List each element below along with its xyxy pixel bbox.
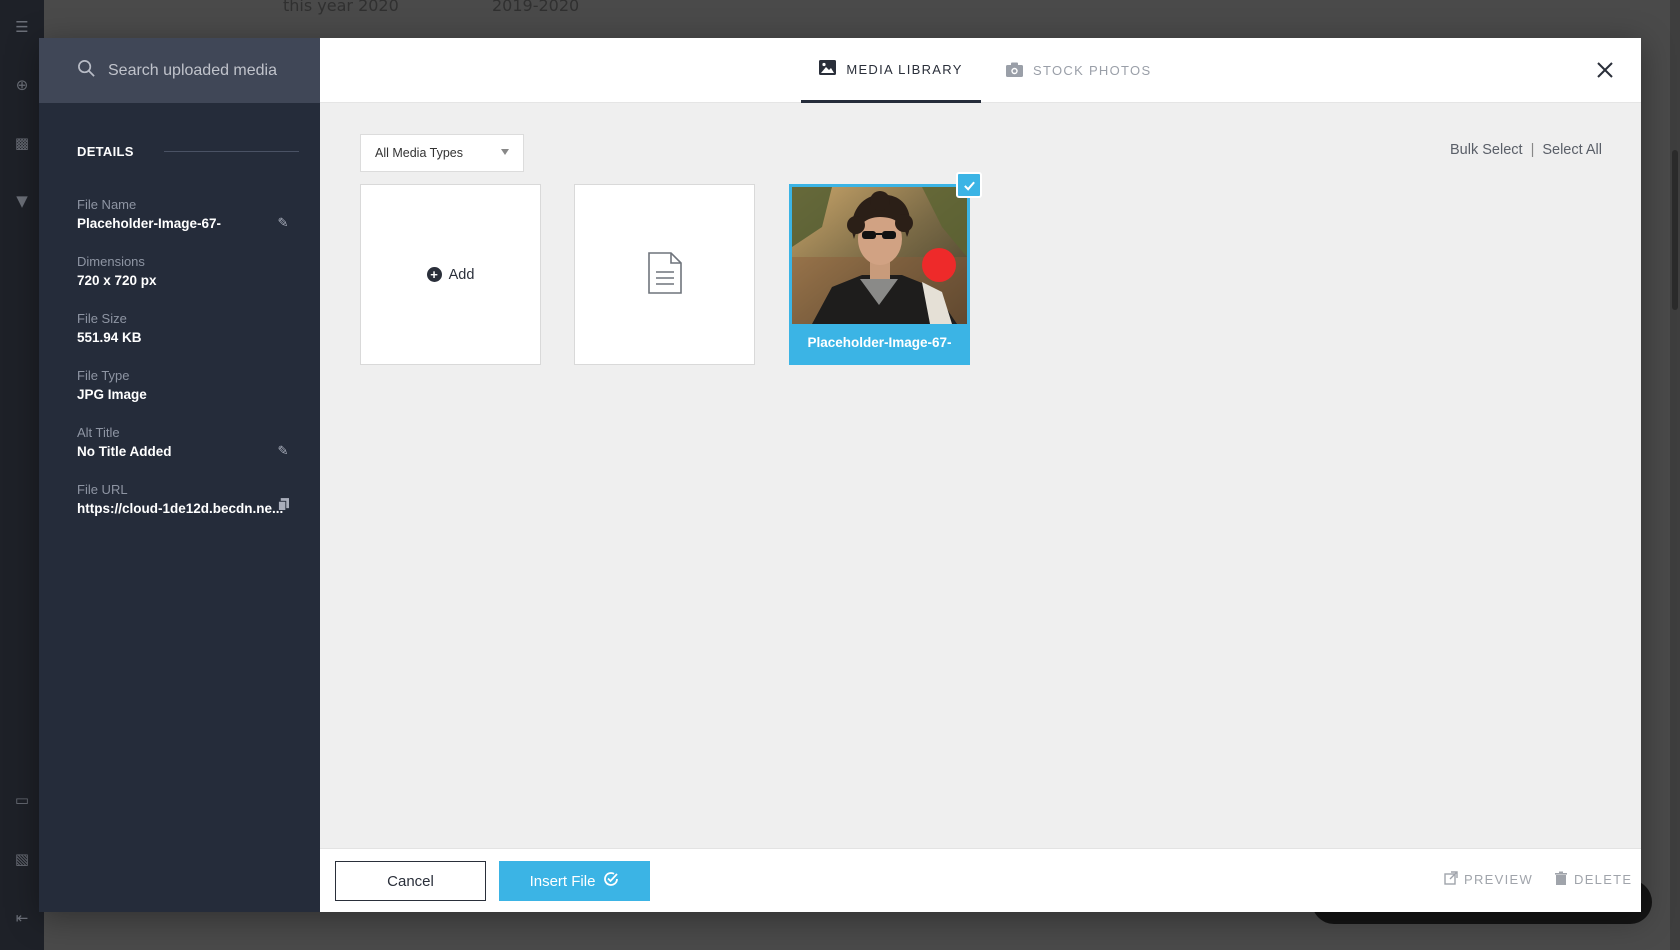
modal-footer: Cancel Insert File PREVIEW DELETE [320, 848, 1641, 912]
check-circle-icon [595, 871, 619, 891]
background-scrollbar[interactable] [1670, 0, 1680, 950]
checkmark-icon[interactable] [956, 172, 982, 198]
divider [163, 151, 299, 152]
add-circle-icon[interactable]: ⊕ [12, 75, 32, 95]
pencil-icon[interactable]: ✎ [275, 443, 291, 459]
background-text: this year 2020 [283, 0, 399, 15]
hamburger-menu-icon[interactable]: ☰ [12, 17, 32, 37]
search-bar [39, 38, 320, 103]
tab-bar: MEDIA LIBRARY STOCK PHOTOS [320, 38, 1641, 103]
tile-caption: Placeholder-Image-67- [807, 335, 952, 350]
desktop-icon[interactable]: ▭ [12, 790, 32, 810]
field-dimensions: Dimensions 720 x 720 px [77, 254, 299, 288]
preview-label: PREVIEW [1464, 872, 1534, 887]
external-link-icon [1444, 871, 1464, 888]
delete-action[interactable]: DELETE [1554, 871, 1632, 888]
tab-stock-photos[interactable]: STOCK PHOTOS [1006, 38, 1151, 103]
media-main: MEDIA LIBRARY STOCK PHOTOS All Media Typ… [320, 38, 1641, 912]
field-label: File Type [77, 368, 130, 383]
search-icon [77, 59, 96, 82]
cancel-button[interactable]: Cancel [335, 861, 486, 901]
document-icon [647, 251, 683, 298]
select-all-link[interactable]: Select All [1542, 142, 1602, 158]
field-label: Dimensions [77, 254, 145, 269]
tab-media-library[interactable]: MEDIA LIBRARY [801, 38, 981, 103]
layers-icon[interactable]: ▩ [12, 133, 32, 153]
note-icon[interactable]: ▧ [12, 849, 32, 869]
exit-icon[interactable]: ⇤ [12, 908, 32, 928]
field-value: No Title Added [77, 444, 172, 459]
separator: | [1530, 142, 1535, 158]
field-file-size: File Size 551.94 KB [77, 311, 299, 345]
field-value: 551.94 KB [77, 330, 142, 345]
field-value: Placeholder-Image-67- [77, 216, 222, 231]
field-file-name: File Name Placeholder-Image-67- ✎ [77, 197, 299, 231]
copy-icon[interactable] [275, 498, 291, 514]
field-label: Alt Title [77, 425, 120, 440]
details-panel: DETAILS File Name Placeholder-Image-67- … [39, 38, 320, 912]
media-modal: DETAILS File Name Placeholder-Image-67- … [39, 38, 1641, 912]
insert-label: Insert File [529, 872, 596, 890]
insert-file-button[interactable]: Insert File [499, 861, 650, 901]
media-type-select[interactable]: All Media Types [360, 134, 524, 172]
document-tile[interactable] [574, 184, 755, 365]
search-input[interactable] [108, 61, 308, 80]
field-file-url: File URL https://cloud-1de12d.becdn.ne..… [77, 482, 299, 516]
details-header: DETAILS [77, 144, 299, 159]
image-tile-selected[interactable]: Placeholder-Image-67- [789, 172, 982, 365]
field-alt-title: Alt Title No Title Added ✎ [77, 425, 299, 459]
thumbnail-image [792, 187, 967, 324]
bulk-actions: Bulk Select | Select All [1450, 142, 1602, 158]
trash-icon [1554, 871, 1574, 888]
delete-label: DELETE [1574, 872, 1633, 887]
close-icon[interactable] [1593, 58, 1617, 82]
brush-icon[interactable]: ▼ [12, 191, 32, 211]
tab-label: STOCK PHOTOS [1033, 63, 1152, 78]
field-value[interactable]: https://cloud-1de12d.becdn.ne... [77, 501, 299, 516]
tab-label: MEDIA LIBRARY [846, 61, 963, 77]
background-text: 2019-2020 [492, 0, 580, 15]
plus-circle-icon: + [426, 267, 442, 282]
pencil-icon[interactable]: ✎ [275, 215, 291, 231]
app-sidebar-rail: ☰ ⊕ ▩ ▼ ▭ ▧ ⇤ [0, 0, 44, 950]
add-label: Add [448, 266, 475, 283]
field-value: JPG Image [77, 387, 147, 402]
camera-icon [1006, 62, 1033, 80]
image-icon [819, 60, 846, 78]
preview-action[interactable]: PREVIEW [1444, 871, 1533, 888]
field-label: File Name [77, 197, 137, 212]
field-label: File URL [77, 482, 128, 497]
add-media-tile[interactable]: + Add [360, 184, 541, 365]
field-value: 720 x 720 px [77, 273, 157, 288]
bulk-select-link[interactable]: Bulk Select [1450, 142, 1523, 158]
field-file-type: File Type JPG Image [77, 368, 299, 402]
select-value: All Media Types [375, 146, 464, 160]
field-label: File Size [77, 311, 127, 326]
details-title: DETAILS [77, 144, 134, 159]
caret-down-icon [501, 149, 509, 155]
scrollbar-thumb[interactable] [1672, 150, 1678, 310]
